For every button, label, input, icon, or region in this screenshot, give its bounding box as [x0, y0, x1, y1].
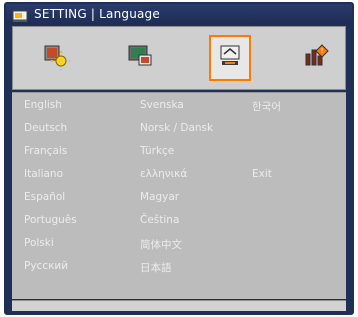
- language-option-polski[interactable]: Polski: [24, 237, 54, 249]
- svg-text:!: !: [321, 47, 324, 55]
- language-option-japanese[interactable]: 日本語: [140, 260, 172, 275]
- language-option-english[interactable]: English: [24, 99, 62, 111]
- osd-menu-window: SETTING | Language ! English Deutsch Fra…: [4, 2, 354, 315]
- language-option-turkce[interactable]: Türkçe: [140, 145, 174, 157]
- language-option-cestina[interactable]: Čeština: [140, 214, 179, 226]
- language-option-greek[interactable]: ελληνικά: [140, 168, 187, 180]
- language-option-svenska[interactable]: Svenska: [140, 99, 184, 111]
- image-settings-icon: [42, 42, 71, 74]
- menu-footer: [12, 300, 346, 311]
- language-option-magyar[interactable]: Magyar: [140, 191, 179, 203]
- language-option-italiano[interactable]: Italiano: [24, 168, 63, 180]
- language-option-norsk-dansk[interactable]: Norsk / Dansk: [140, 122, 213, 134]
- language-option-korean[interactable]: 한국어: [252, 99, 281, 114]
- language-option-russian[interactable]: Русский: [24, 260, 68, 272]
- exit-option[interactable]: Exit: [252, 168, 272, 180]
- language-option-francais[interactable]: Français: [24, 145, 67, 157]
- language-option-deutsch[interactable]: Deutsch: [24, 122, 67, 134]
- tab-options[interactable]: !: [295, 35, 337, 81]
- display-settings-icon: [126, 42, 154, 74]
- tab-setting[interactable]: [209, 35, 251, 81]
- menu-title: SETTING | Language: [34, 7, 160, 21]
- tab-display-settings[interactable]: [119, 35, 161, 81]
- language-option-espanol[interactable]: Español: [24, 191, 65, 203]
- setting-icon: [216, 42, 244, 74]
- setting-icon: [12, 8, 28, 22]
- language-option-simplified-chinese[interactable]: 简体中文: [140, 237, 182, 252]
- options-icon: !: [302, 42, 330, 74]
- title-bar: SETTING | Language: [6, 4, 352, 24]
- tab-image-settings[interactable]: [35, 35, 77, 81]
- language-options-panel: English Deutsch Français Italiano Españo…: [12, 92, 346, 299]
- language-option-portugues[interactable]: Português: [24, 214, 77, 226]
- menu-tabs: !: [12, 26, 346, 90]
